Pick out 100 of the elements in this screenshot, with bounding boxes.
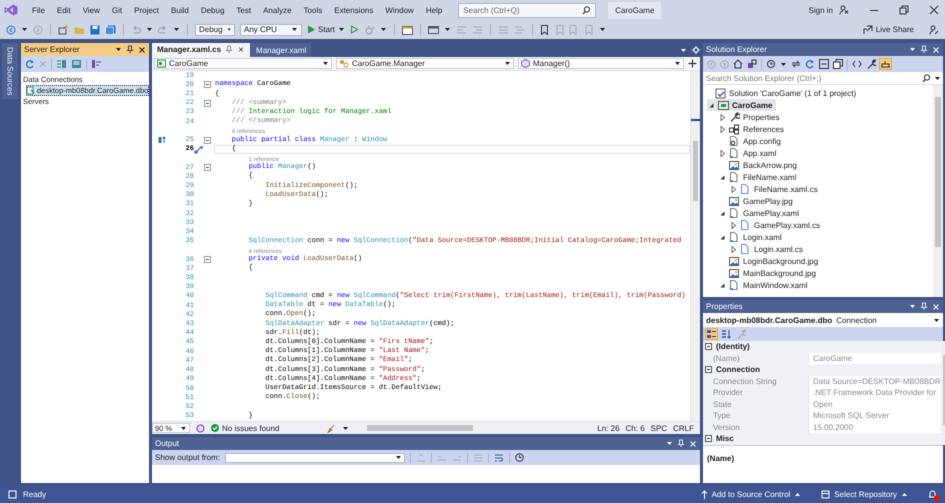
tree-item[interactable]: Login.xaml: [718, 231, 786, 243]
pending-changes-icon[interactable]: [766, 59, 776, 69]
start-button[interactable]: Start: [307, 25, 345, 34]
caret-icon[interactable]: [934, 75, 941, 82]
caret-icon[interactable]: [342, 424, 349, 432]
cleanup-icon[interactable]: [327, 424, 336, 432]
collapse-icon[interactable]: [204, 100, 211, 107]
tree-item[interactable]: BackArrow.png: [718, 159, 801, 171]
collapse-icon[interactable]: [204, 256, 211, 264]
add-to-source-control-button[interactable]: Add to Source Control: [700, 490, 802, 498]
new-project-icon[interactable]: [58, 24, 69, 34]
tree-item[interactable]: Solution 'CaroGame' (1 of 1 project): [715, 87, 860, 99]
caret-icon[interactable]: [780, 60, 787, 68]
clock-icon[interactable]: [514, 453, 524, 462]
person-icon[interactable]: [839, 5, 849, 15]
tree-item[interactable]: Properties: [718, 111, 784, 123]
switch-views-icon[interactable]: [747, 59, 757, 69]
menu-item[interactable]: Edit: [50, 4, 77, 16]
expander-icon[interactable]: [718, 148, 726, 158]
whitespace-mode[interactable]: SPC: [650, 424, 668, 432]
alphabetical-icon[interactable]: [721, 329, 732, 339]
tree-item[interactable]: FileName.xaml.cs: [729, 183, 822, 195]
column-position[interactable]: Ch: 6: [626, 424, 645, 432]
close-icon[interactable]: [138, 46, 146, 54]
menu-item[interactable]: Window: [379, 4, 420, 16]
menu-item[interactable]: Project: [128, 4, 166, 16]
refresh-icon[interactable]: [805, 59, 815, 69]
tree-item[interactable]: App.config: [718, 135, 785, 147]
tree-item[interactable]: App.xaml: [718, 147, 780, 159]
menu-item[interactable]: Extensions: [328, 4, 380, 16]
menu-item[interactable]: Debug: [194, 4, 230, 16]
caret-icon[interactable]: [666, 440, 673, 447]
menu-item[interactable]: Git: [106, 4, 128, 16]
expander-icon[interactable]: [718, 112, 726, 122]
tree-item[interactable]: FileName.xaml: [718, 171, 800, 183]
sync-icon[interactable]: [791, 59, 801, 69]
preview-toggle[interactable]: [880, 59, 891, 69]
connect-server-icon[interactable]: [71, 59, 82, 69]
feedback-icon[interactable]: [929, 24, 939, 34]
show-all-files-icon[interactable]: [833, 59, 843, 69]
caret-icon[interactable]: [909, 303, 916, 310]
wrench-icon[interactable]: [866, 59, 876, 69]
close-icon[interactable]: [929, 5, 939, 15]
tree-item[interactable]: GamePlay.xaml.cs: [729, 219, 824, 231]
close-icon[interactable]: [237, 44, 246, 54]
navigation-dropdown[interactable]: CaroGame.Manager: [336, 58, 514, 69]
tree-item[interactable]: Login.xaml.cs: [729, 243, 807, 255]
search-field[interactable]: Search (Ctrl+Q): [458, 2, 596, 18]
collapse-icon[interactable]: [204, 164, 211, 172]
tree-item[interactable]: References: [718, 123, 788, 135]
connect-sharepoint-icon[interactable]: [91, 59, 102, 69]
menu-item[interactable]: Analyze: [257, 4, 298, 16]
caret-icon[interactable]: [909, 46, 916, 53]
tree-item[interactable]: MainWindow.xaml: [718, 279, 812, 291]
sign-in-button[interactable]: Sign in: [808, 6, 833, 14]
caret-icon[interactable]: [173, 26, 180, 33]
side-tab[interactable]: Data Sources: [2, 43, 18, 100]
window-layout-icon[interactable]: [428, 24, 439, 34]
menu-item[interactable]: Tools: [298, 4, 328, 16]
collapse-all-icon[interactable]: [819, 59, 829, 69]
caret-icon[interactable]: [21, 26, 28, 33]
tree-item[interactable]: LoginBackground.jpg: [718, 255, 822, 267]
word-wrap-icon[interactable]: [494, 453, 504, 462]
horizontal-scroll-bar[interactable]: [355, 424, 592, 432]
save-all-icon[interactable]: [105, 24, 116, 34]
save-icon[interactable]: [90, 24, 100, 34]
tree-item[interactable]: MainBackground.jpg: [718, 267, 820, 279]
menu-item[interactable]: Build: [165, 4, 195, 16]
collapse-icon[interactable]: [705, 435, 712, 442]
collapse-icon[interactable]: [204, 136, 211, 144]
menu-item[interactable]: File: [26, 4, 51, 16]
expander-icon[interactable]: [729, 220, 737, 230]
line-ending[interactable]: CRLF: [673, 424, 694, 432]
line-position[interactable]: Ln: 26: [597, 424, 620, 432]
bookmark-icon[interactable]: [540, 24, 549, 34]
quick-action-icon[interactable]: [194, 144, 203, 154]
settings-icon[interactable]: [692, 46, 700, 54]
editor-tab[interactable]: Manager.xaml: [251, 43, 312, 57]
caret-icon[interactable]: [598, 26, 606, 33]
configuration-dropdown[interactable]: Debug: [195, 24, 235, 36]
live-share-status-icon[interactable]: [196, 424, 205, 432]
menu-item[interactable]: Test: [230, 4, 258, 16]
caret-icon[interactable]: [115, 46, 122, 53]
expander-icon[interactable]: [729, 184, 737, 194]
issues-status[interactable]: No issues found: [222, 424, 280, 432]
menu-item[interactable]: View: [76, 4, 106, 16]
navigation-dropdown[interactable]: CaroGame: [154, 58, 332, 69]
expander-icon[interactable]: [718, 124, 726, 134]
collapse-icon[interactable]: [204, 81, 211, 88]
expander-icon[interactable]: [729, 244, 737, 254]
tree-item[interactable]: CaroGame: [707, 99, 776, 111]
live-share-button[interactable]: Live Share: [862, 24, 914, 34]
caret-icon[interactable]: [380, 26, 387, 33]
notification-bell-icon[interactable]: [928, 489, 937, 499]
home-icon[interactable]: [733, 59, 743, 69]
categorized-toggle[interactable]: [706, 329, 717, 339]
navigation-dropdown[interactable]: Manager(): [518, 58, 684, 69]
tree-item[interactable]: GamePlay.xaml: [718, 207, 803, 219]
collapse-icon[interactable]: [705, 366, 712, 374]
run-without-debugging-icon[interactable]: [350, 25, 359, 34]
